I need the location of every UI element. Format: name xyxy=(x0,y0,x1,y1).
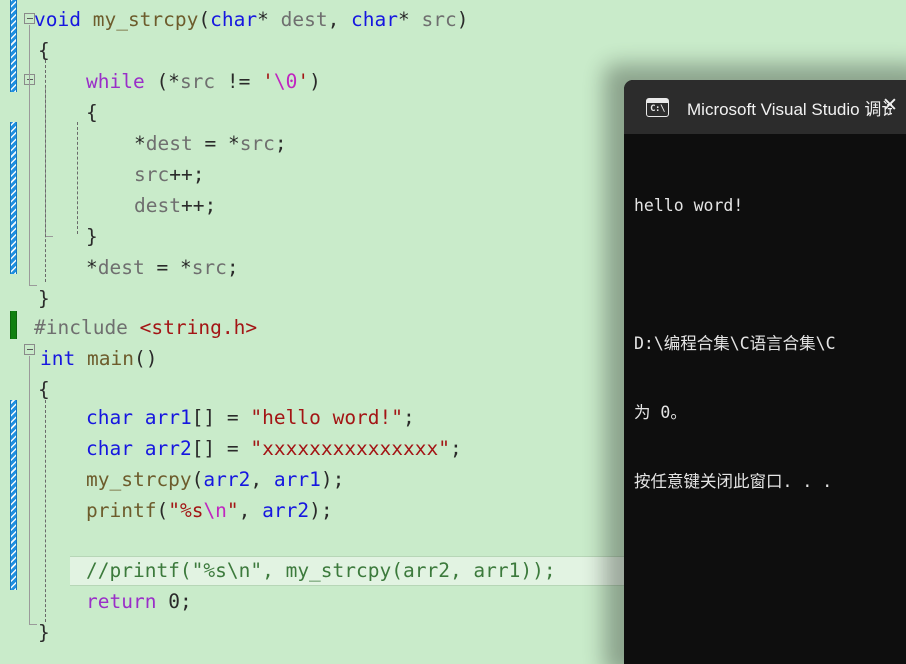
token-arg-arr1: arr1 xyxy=(273,468,321,491)
token-param-src: src xyxy=(421,8,457,31)
token-keyword-while: while xyxy=(86,70,145,93)
token-include-path: <string.h> xyxy=(139,316,258,339)
token-call-printf: printf xyxy=(86,499,157,522)
token-escape-null: \0 xyxy=(273,70,298,93)
token-brace-open-func: { xyxy=(38,39,50,62)
token-brace-open-main: { xyxy=(38,378,50,401)
console-line-3: 为 0。 xyxy=(634,403,687,422)
console-output[interactable]: hello word! D:\编程合集\C语言合集\C 为 0。 按任意键关闭此… xyxy=(624,134,906,664)
close-icon[interactable]: ✕ xyxy=(882,96,904,116)
token-brace-close-main: } xyxy=(38,621,50,644)
token-keyword-char-p2: char xyxy=(351,8,399,31)
token-str-xs: xxxxxxxxxxxxxxx xyxy=(262,437,439,460)
token-brace-open-while: { xyxy=(86,101,98,124)
console-cmd-icon: C:\ xyxy=(646,97,669,117)
token-keyword-char-p1: char xyxy=(210,8,258,31)
console-icon-label: C:\ xyxy=(650,103,665,114)
token-literal-zero: 0 xyxy=(168,590,180,613)
console-window-title: Microsoft Visual Studio 调试控 xyxy=(687,99,892,119)
token-fn-my-strcpy-def: my_strcpy xyxy=(92,8,199,31)
token-param-dest: dest xyxy=(280,8,328,31)
console-titlebar[interactable]: C:\ Microsoft Visual Studio 调试控 ✕ xyxy=(624,80,906,134)
code-line-2[interactable]: { xyxy=(0,36,906,66)
token-brace-close-func: } xyxy=(38,287,50,310)
token-src-assign: src xyxy=(239,132,275,155)
token-dest-assign: dest xyxy=(145,132,193,155)
token-keyword-char-arr1: char xyxy=(86,406,133,429)
token-keyword-int: int xyxy=(40,347,76,370)
token-dest-final: dest xyxy=(97,256,145,279)
token-src-cond: src xyxy=(179,70,216,93)
token-call-my-strcpy: my_strcpy xyxy=(86,468,192,491)
token-fn-main: main xyxy=(86,347,134,370)
token-brace-close-while: } xyxy=(86,225,98,248)
console-line-2: D:\编程合集\C语言合集\C xyxy=(634,334,836,353)
token-var-arr2-decl: arr2 xyxy=(144,437,192,460)
token-keyword-char-arr2: char xyxy=(86,437,133,460)
token-arg-arr2: arr2 xyxy=(203,468,251,491)
code-line-1[interactable]: void my_strcpy(char* dest, char* src) xyxy=(0,5,906,35)
token-comment-printf: //printf("%s\n", my_strcpy(arr2, arr1)); xyxy=(86,559,556,582)
token-escape-n: \n xyxy=(203,499,227,522)
console-window[interactable]: C:\ Microsoft Visual Studio 调试控 ✕ hello … xyxy=(624,80,906,664)
token-str-hello: hello word! xyxy=(262,406,392,429)
console-line-1 xyxy=(634,263,906,286)
token-keyword-void: void xyxy=(34,8,81,31)
console-line-0: hello word! xyxy=(634,196,744,215)
token-preprocessor-include: #include xyxy=(34,316,128,339)
token-keyword-return: return xyxy=(86,590,157,613)
token-str-fmt: %s xyxy=(179,499,204,522)
console-line-4: 按任意键关闭此窗口. . . xyxy=(634,472,833,491)
token-src-final: src xyxy=(191,256,227,279)
token-src-inc: src xyxy=(134,163,170,186)
screen-root: void my_strcpy(char* dest, char* src) { … xyxy=(0,0,906,664)
token-arg-arr2-printf: arr2 xyxy=(262,499,310,522)
token-var-arr1-decl: arr1 xyxy=(144,406,192,429)
token-dest-inc: dest xyxy=(134,194,181,217)
